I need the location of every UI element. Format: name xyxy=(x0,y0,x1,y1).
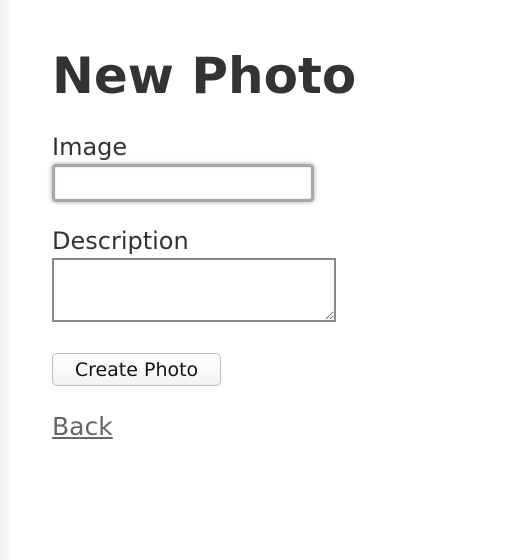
description-textarea[interactable] xyxy=(52,258,336,322)
description-label: Description xyxy=(52,227,189,255)
create-photo-button[interactable]: Create Photo xyxy=(52,353,221,386)
image-label: Image xyxy=(52,133,128,161)
back-link[interactable]: Back xyxy=(52,411,113,443)
image-input[interactable] xyxy=(52,164,314,202)
page-title: New Photo xyxy=(52,47,357,105)
window-edge xyxy=(0,0,10,560)
